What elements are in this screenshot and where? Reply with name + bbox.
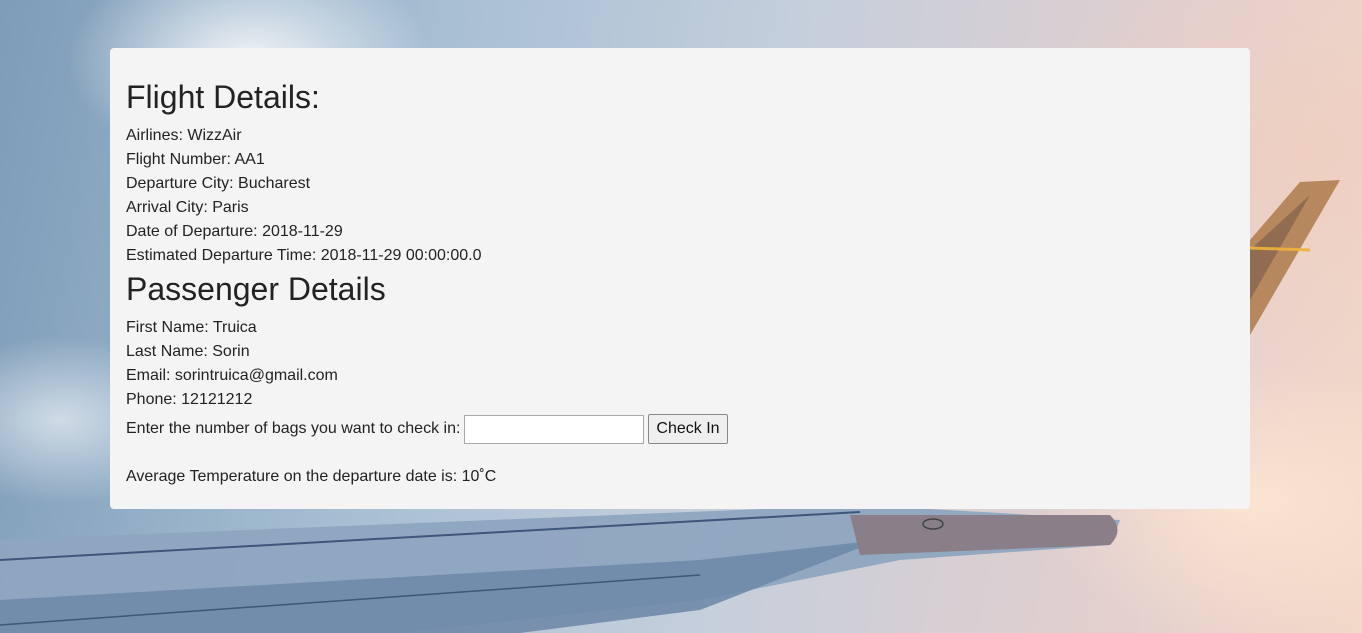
first-name-text: First Name: Truica <box>126 319 257 336</box>
average-temperature-text: Average Temperature on the departure dat… <box>126 468 497 485</box>
checkin-form: Enter the number of bags you want to che… <box>126 414 1234 444</box>
check-in-button[interactable]: Check In <box>648 414 728 444</box>
estimated-departure-time-text: Estimated Departure Time: 2018-11-29 00:… <box>126 247 482 264</box>
flight-number-text: Flight Number: AA1 <box>126 151 265 168</box>
airlines-text: Airlines: WizzAir <box>126 127 242 144</box>
date-of-departure-text: Date of Departure: 2018-11-29 <box>126 223 343 240</box>
email-text: Email: sorintruica@gmail.com <box>126 367 338 384</box>
bags-count-input[interactable] <box>464 414 645 444</box>
arrival-city-text: Arrival City: Paris <box>126 199 249 216</box>
phone-text: Phone: 12121212 <box>126 391 253 408</box>
last-name-text: Last Name: Sorin <box>126 343 250 360</box>
passenger-details-heading: Passenger Details <box>126 271 386 307</box>
flight-details-heading: Flight Details: <box>126 79 320 115</box>
bags-input-label: Enter the number of bags you want to che… <box>126 420 461 437</box>
details-panel: Flight Details: Airlines: WizzAir Flight… <box>110 48 1250 509</box>
departure-city-text: Departure City: Bucharest <box>126 175 311 192</box>
